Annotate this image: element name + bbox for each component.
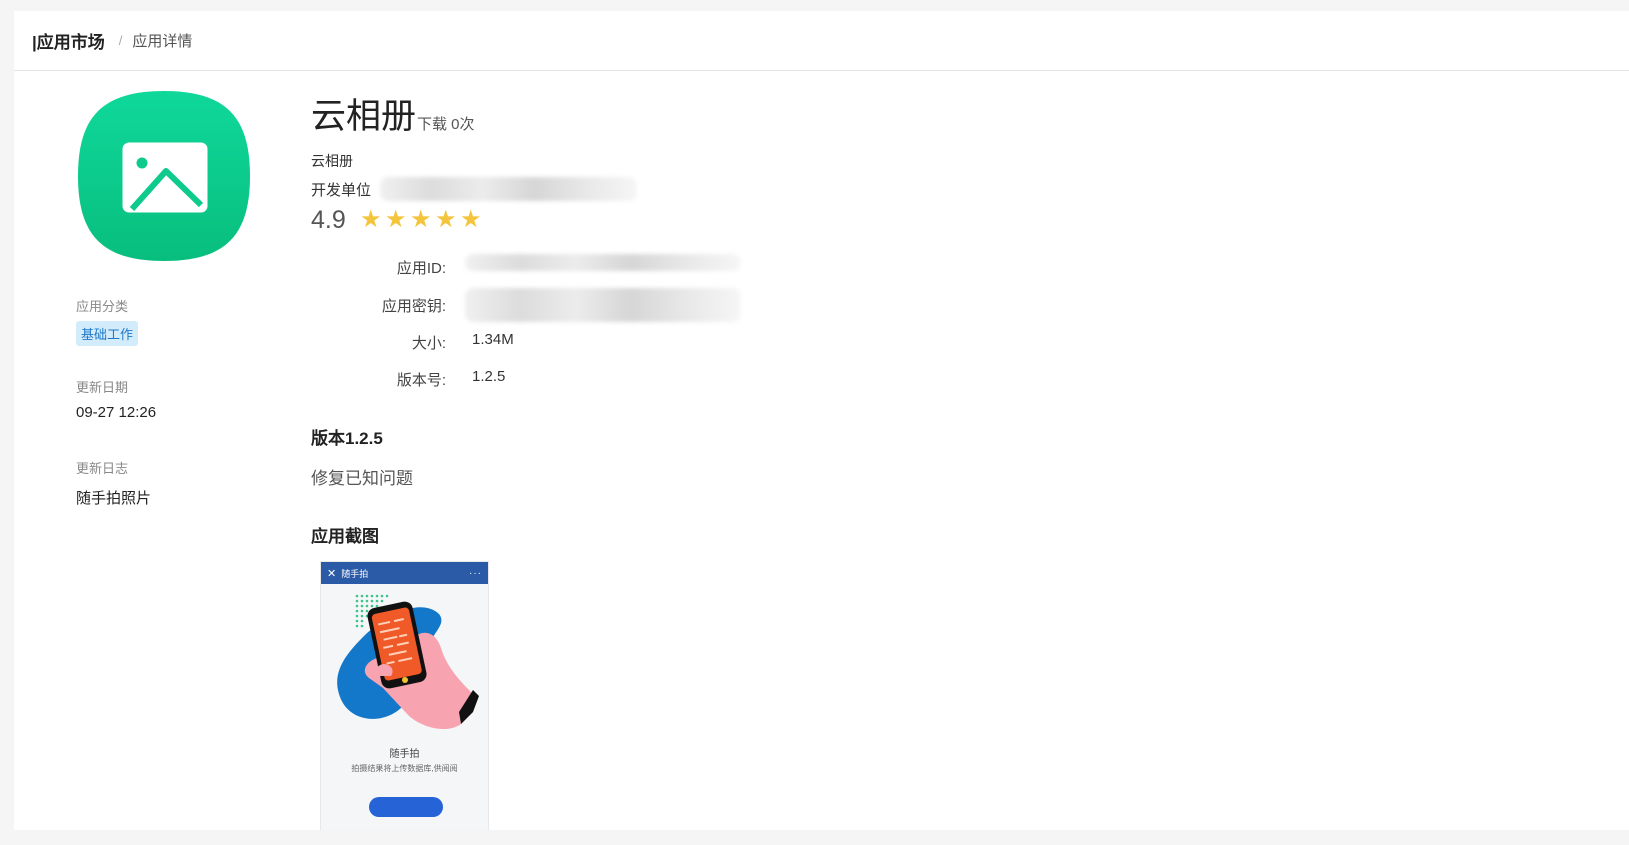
rating-value: 4.9	[311, 206, 346, 234]
version-label: 版本号:	[396, 372, 446, 389]
download-count: 下载 0次	[417, 116, 475, 133]
developer-label: 开发单位	[311, 182, 372, 199]
breadcrumb: |应用市场 / 应用详情	[14, 11, 1629, 71]
update-date-value: 09-27 12:26	[76, 404, 157, 421]
changelog-value: 随手拍照片	[76, 490, 152, 507]
star-icon: ★	[410, 206, 432, 233]
phone-in-hand-illustration	[337, 594, 479, 730]
app-id-label: 应用ID:	[396, 260, 446, 277]
breadcrumb-app-market[interactable]: |应用市场	[32, 28, 105, 53]
app-detail-card: |应用市场 / 应用详情 应用分类 基础工作 更新日期 09-27 12:26 …	[14, 11, 1629, 830]
screenshot-caption: 随手拍	[389, 749, 420, 760]
category-tag[interactable]: 基础工作	[76, 321, 139, 346]
screenshot-bar-title: 随手拍	[341, 568, 369, 579]
changelog-label: 更新日志	[76, 461, 129, 476]
star-icon: ★	[360, 206, 382, 233]
version-value: 1.2.5	[472, 368, 506, 385]
app-id-value-redacted	[465, 254, 741, 271]
version-notes: 修复已知问题	[311, 469, 413, 488]
star-icon: ★	[460, 206, 482, 233]
image-icon	[78, 91, 250, 261]
app-screenshot[interactable]: ✕ 随手拍 ··· 随手拍 拍摄结果将上传数据库,供阅阅	[320, 561, 489, 830]
update-date-label: 更新日期	[76, 380, 129, 395]
app-subtitle: 云相册	[311, 153, 353, 169]
app-title: 云相册	[311, 97, 417, 136]
star-icon: ★	[385, 206, 407, 233]
screenshot-description: 拍摄结果将上传数据库,供阅阅	[351, 764, 458, 773]
close-icon: ✕	[327, 567, 337, 580]
version-section-title: 版本1.2.5	[311, 429, 383, 448]
breadcrumb-separator: /	[118, 33, 123, 48]
screenshot-titlebar: ✕ 随手拍 ···	[321, 562, 488, 584]
category-label: 应用分类	[76, 299, 129, 314]
app-secret-label: 应用密钥:	[381, 298, 446, 315]
screenshots-title: 应用截图	[311, 527, 379, 546]
breadcrumb-app-detail: 应用详情	[132, 33, 193, 50]
star-icon: ★	[435, 206, 457, 233]
size-value: 1.34M	[472, 331, 514, 348]
app-icon	[76, 89, 252, 263]
app-secret-value-redacted	[465, 288, 741, 322]
rating-stars: ★ ★ ★ ★ ★	[360, 207, 485, 233]
developer-value-redacted	[380, 177, 637, 201]
size-label: 大小:	[411, 335, 446, 352]
screenshot-action-button	[369, 797, 443, 817]
more-icon: ···	[469, 567, 482, 579]
